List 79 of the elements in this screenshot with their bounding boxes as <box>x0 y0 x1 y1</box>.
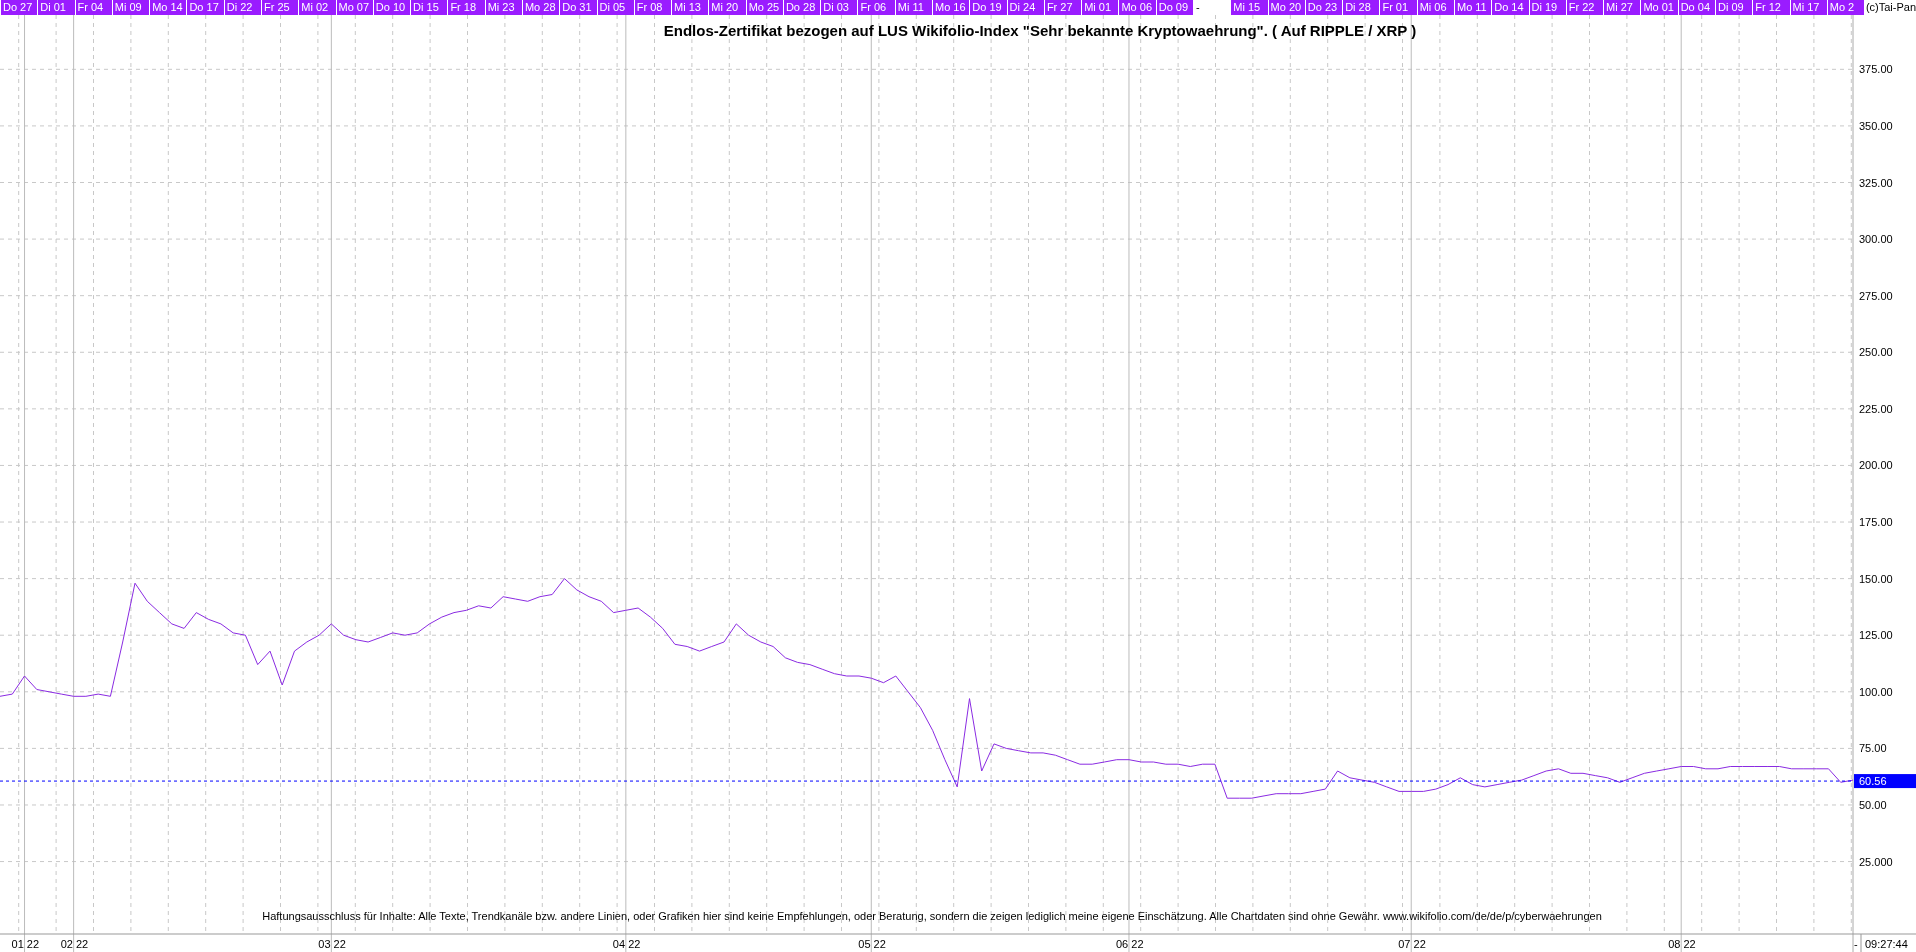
date-label: Do 28 <box>782 0 821 15</box>
date-label: Fr 27 <box>1043 0 1082 15</box>
date-label: Mi 11 <box>894 0 933 15</box>
axis-tick-label: 225.00 <box>1859 402 1893 415</box>
date-label: Mi 20 <box>708 0 746 15</box>
date-label: Di 01 <box>37 0 75 15</box>
date-label: Mi 01 <box>1081 0 1119 15</box>
date-label: Mo 16 <box>932 0 970 15</box>
date-label: Fr 22 <box>1565 0 1604 15</box>
date-label: Fr 18 <box>447 0 485 15</box>
date-label: Mi 02 <box>298 0 336 15</box>
axis-tick-label: 75.00 <box>1859 742 1887 755</box>
axis-tick-label: 07 22 <box>1398 938 1426 950</box>
axis-tick-label: 08 22 <box>1668 938 1696 950</box>
date-label: Do 19 <box>969 0 1007 15</box>
chart-title: Endlos-Zertifikat bezogen auf LUS Wikifolio-Index "Sehr bekannte Kryptowaehrung". ( Auf RIPPLE / XRP ) <box>663 22 1417 39</box>
axis-tick-label: 125.00 <box>1859 629 1893 642</box>
axis-tick-label: 250.00 <box>1859 346 1893 359</box>
axis-tick-label: 350.00 <box>1859 119 1893 132</box>
date-label: Fr 04 <box>74 0 112 15</box>
axis-tick-label: 50.00 <box>1859 799 1887 811</box>
axis-tick-label: 175.00 <box>1859 516 1893 529</box>
date-label: Mi 13 <box>671 0 709 15</box>
date-label: Mo 25 <box>745 0 783 15</box>
date-label: Di 15 <box>410 0 448 15</box>
date-label: - <box>1193 0 1231 15</box>
axis-tick-label: 02 22 <box>60 938 89 950</box>
date-label: Do 23 <box>1304 0 1343 15</box>
axis-tick-label: 300.00 <box>1859 233 1893 246</box>
date-label: Mo 07 <box>335 0 373 15</box>
date-label: Do 10 <box>372 0 411 15</box>
axis-tick-label: 25.000 <box>1859 855 1893 868</box>
axis-tick-label: 325.00 <box>1859 176 1893 189</box>
date-label: Do 31 <box>559 0 597 15</box>
date-label: Mi 27 <box>1603 0 1641 15</box>
axis-tick-label: 01 22 <box>11 938 40 950</box>
date-label: Di 05 <box>596 0 634 15</box>
date-label: Mi 17 <box>1789 0 1827 15</box>
axis-tick-label: 150.00 <box>1859 572 1893 585</box>
axis-tick-label: 04 22 <box>612 938 641 950</box>
date-label: Mi 23 <box>484 0 522 15</box>
date-label: Di 24 <box>1006 0 1044 15</box>
axis-tick-label: 05 22 <box>858 938 886 950</box>
axis-tick-label: 100.00 <box>1859 685 1893 698</box>
date-label: Mo 14 <box>149 0 187 15</box>
axis-tick-label: 200.00 <box>1859 459 1893 472</box>
date-label: Di 03 <box>820 0 858 15</box>
date-label: Fr 12 <box>1752 0 1790 15</box>
date-label: Do 17 <box>186 0 224 15</box>
copyright-label: (c)Tai-Pan <box>1864 0 1916 15</box>
axis-tick-label: 06 22 <box>1116 938 1144 950</box>
date-label: Fr 08 <box>633 0 672 15</box>
date-label: Di 09 <box>1714 0 1753 15</box>
axis-marker: - <box>1854 938 1858 950</box>
date-label: Fr 25 <box>260 0 299 15</box>
date-label: Mi 09 <box>111 0 150 15</box>
date-label: Mo 01 <box>1640 0 1678 15</box>
time-label: 09:27:44 <box>1865 938 1908 950</box>
axis-tick-label: 03 22 <box>318 938 346 950</box>
date-label: Di 28 <box>1342 0 1380 15</box>
axis-tick-label: 375.00 <box>1859 63 1893 76</box>
date-label: Do 14 <box>1491 0 1529 15</box>
date-label: Fr 01 <box>1379 0 1417 15</box>
date-label: Do 04 <box>1677 0 1715 15</box>
date-label: Mo 06 <box>1118 0 1156 15</box>
date-label: Di 19 <box>1528 0 1566 15</box>
date-label: Do 27 <box>0 0 38 15</box>
last-price-tag: 60.56 <box>1854 774 1916 789</box>
disclaimer-text: Haftungsausschluss für Inhalte: Alle Texte, Trendkanäle bzw. andere Linien, oder Grafiken hier sind keine Empfehlungen, oder Beratung, sondern die zeigen lediglich meine eigene Einschätzung. Alle Chartdaten sind ohne Gewähr. www.wikifolio.com/de/de/p/cyberwaehrungen <box>262 910 1602 922</box>
ref-line-label: 60.56 <box>1859 775 1887 788</box>
date-label: Mo 20 <box>1267 0 1305 15</box>
date-label: Mo 2 <box>1826 0 1865 15</box>
date-label: Mo 11 <box>1453 0 1492 15</box>
axis-tick-label: 275.00 <box>1859 289 1893 302</box>
date-label: Mo 28 <box>521 0 560 15</box>
date-label: Mi 15 <box>1230 0 1268 15</box>
date-label: Fr 06 <box>857 0 895 15</box>
date-label: Mi 06 <box>1416 0 1454 15</box>
date-label: Di 22 <box>223 0 261 15</box>
